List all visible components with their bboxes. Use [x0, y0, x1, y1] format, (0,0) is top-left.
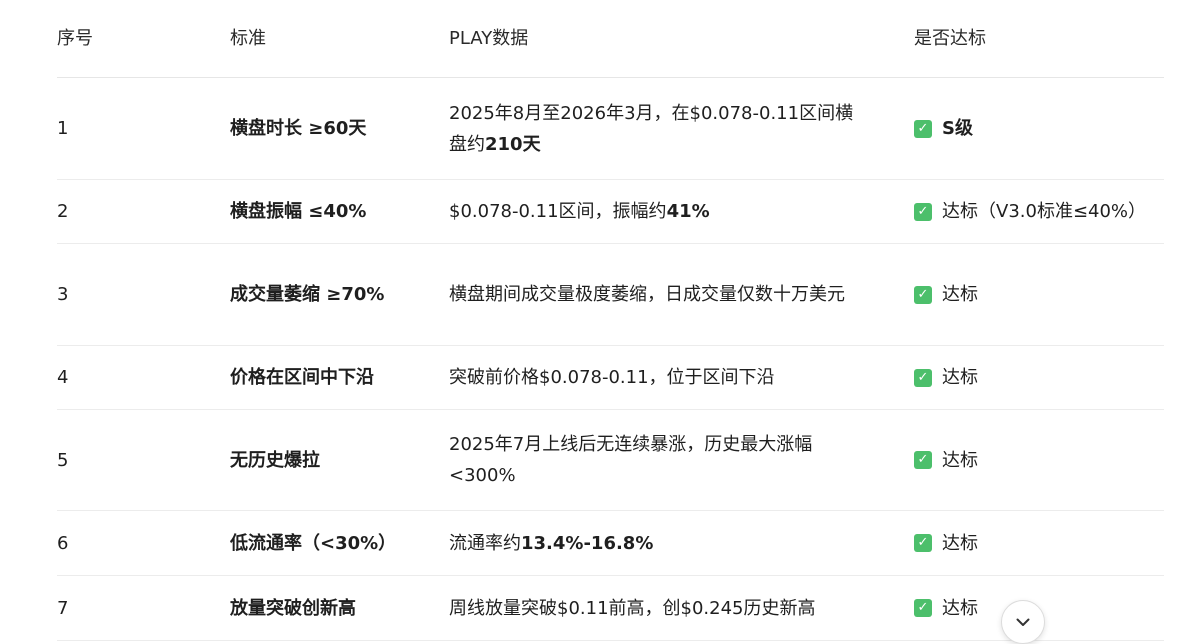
row-standard: 低流通率（<30%） [230, 532, 397, 554]
row-data-text: 突破前价格$0.078-0.11，位于区间下沿 [449, 367, 775, 388]
table-row: 5 无历史爆拉 2025年7月上线后无连续暴涨，历史最大涨幅<300% ✓ 达标 [57, 410, 1164, 511]
row-data-highlight: 13.4%-16.8% [521, 532, 654, 554]
check-box-icon: ✓ [914, 285, 932, 304]
table-row: 4 价格在区间中下沿 突破前价格$0.078-0.11，位于区间下沿 ✓ 达标 [57, 346, 1164, 410]
row-standard: 横盘时长 ≥60天 [230, 118, 367, 139]
criteria-table: 序号 标准 PLAY数据 是否达标 1 横盘时长 ≥60天 2025年8月至20… [57, 0, 1164, 644]
chevron-down-icon [1016, 618, 1030, 626]
row-num: 5 [57, 449, 69, 471]
row-met: ✓ S级 [914, 78, 1164, 179]
header-data: PLAY数据 [449, 28, 529, 49]
row-met: ✓ 达标 [914, 410, 1164, 510]
header-num: 序号 [57, 28, 93, 49]
row-num: 1 [57, 118, 69, 139]
row-standard: 价格在区间中下沿 [230, 367, 374, 388]
row-data: 周线放量突破$0.11前高，创$0.245历史新高 [449, 576, 889, 640]
row-num: 2 [57, 201, 69, 222]
row-data: 2025年8月至2026年3月，在$0.078-0.11区间横盘约210天 [449, 78, 889, 179]
row-standard: 无历史爆拉 [230, 449, 320, 471]
check-box-icon: ✓ [914, 599, 932, 617]
row-data-text: 流通率约 [449, 532, 521, 554]
check-box-icon: ✓ [914, 368, 932, 387]
row-met: ✓ 达标 [914, 244, 1164, 345]
row-data-text: 2025年7月上线后无连续暴涨，历史最大涨幅<300% [449, 434, 813, 486]
check-box-icon: ✓ [914, 451, 932, 469]
row-data: $0.078-0.11区间，振幅约41% [449, 180, 889, 243]
row-met-text: 达标 [942, 532, 978, 554]
row-met-text: 达标 [942, 284, 978, 305]
row-standard: 成交量萎缩 ≥70% [230, 284, 385, 305]
table-row: 7 放量突破创新高 周线放量突破$0.11前高，创$0.245历史新高 ✓ 达标 [57, 576, 1164, 641]
row-data-highlight: 41% [666, 201, 710, 222]
check-box-icon: ✓ [914, 534, 932, 552]
row-data-text: 周线放量突破$0.11前高，创$0.245历史新高 [449, 597, 816, 619]
row-met: ✓ 达标（V3.0标准≤40%） [914, 180, 1164, 243]
row-met: ✓ 达标 [914, 346, 1164, 409]
row-num: 7 [57, 597, 69, 619]
row-met-text: 达标（V3.0标准≤40%） [942, 201, 1147, 222]
row-data: 横盘期间成交量极度萎缩，日成交量仅数十万美元 [449, 244, 889, 345]
row-data-highlight: 210天 [485, 133, 541, 155]
row-met-text: 达标 [942, 367, 978, 388]
row-data: 流通率约13.4%-16.8% [449, 511, 889, 575]
table-row: 2 横盘振幅 ≤40% $0.078-0.11区间，振幅约41% ✓ 达标（V3… [57, 180, 1164, 244]
table-row: 3 成交量萎缩 ≥70% 横盘期间成交量极度萎缩，日成交量仅数十万美元 ✓ 达标 [57, 244, 1164, 346]
row-met-text: 达标 [942, 449, 978, 471]
check-box-icon: ✓ [914, 202, 932, 221]
table-row: 6 低流通率（<30%） 流通率约13.4%-16.8% ✓ 达标 [57, 511, 1164, 576]
row-num: 4 [57, 367, 69, 388]
row-standard: 横盘振幅 ≤40% [230, 201, 367, 222]
table-row: 1 横盘时长 ≥60天 2025年8月至2026年3月，在$0.078-0.11… [57, 78, 1164, 180]
row-num: 3 [57, 284, 69, 305]
check-box-icon: ✓ [914, 119, 932, 138]
table-header-row: 序号 标准 PLAY数据 是否达标 [57, 0, 1164, 78]
header-standard: 标准 [230, 28, 266, 49]
row-met-text: S级 [942, 118, 973, 139]
scroll-down-button[interactable] [1001, 600, 1045, 644]
row-data: 2025年7月上线后无连续暴涨，历史最大涨幅<300% [449, 410, 889, 510]
header-met: 是否达标 [914, 28, 986, 49]
row-data: 突破前价格$0.078-0.11，位于区间下沿 [449, 346, 889, 409]
row-standard: 放量突破创新高 [230, 597, 356, 619]
row-met: ✓ 达标 [914, 511, 1164, 575]
row-met-text: 达标 [942, 597, 978, 619]
row-data-text: 横盘期间成交量极度萎缩，日成交量仅数十万美元 [449, 284, 845, 305]
row-num: 6 [57, 532, 69, 554]
row-data-text: $0.078-0.11区间，振幅约 [449, 201, 667, 222]
